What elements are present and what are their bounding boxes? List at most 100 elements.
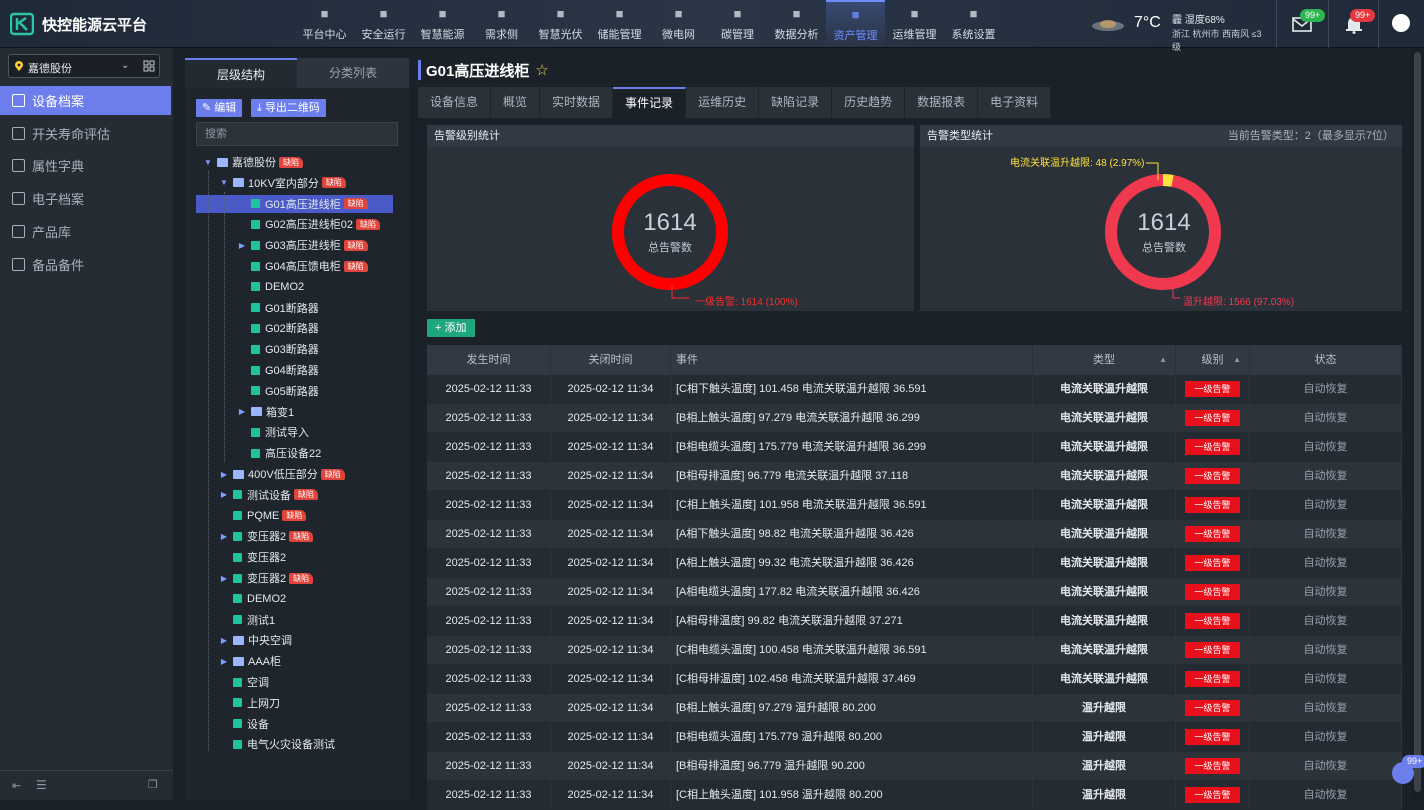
tree-node-label: 电气火灾设备测试 xyxy=(247,739,335,752)
add-button[interactable]: + 添加 xyxy=(427,319,475,337)
tab-item[interactable]: 缺陷记录 xyxy=(759,87,833,118)
table-row[interactable]: 2025-02-12 11:33 2025-02-12 11:34 [B相上触头温度… xyxy=(427,404,1402,433)
sidebar-item[interactable]: 电子档案 xyxy=(0,184,171,213)
sidebar-item[interactable]: 属性字典 xyxy=(0,151,171,180)
tree-node[interactable]: G01高压进线柜 缺陷 xyxy=(196,194,393,213)
col-type[interactable]: 类型 ▲ xyxy=(1033,345,1176,375)
company-select[interactable]: 嘉德股份 ⌄ xyxy=(8,54,160,78)
table-row[interactable]: 2025-02-12 11:33 2025-02-12 11:34 [B相上触头温度… xyxy=(427,694,1402,723)
sidebar-item[interactable]: 开关寿命评估 xyxy=(0,119,171,148)
edit-button[interactable]: ✎ 编辑 xyxy=(196,99,243,117)
table-row[interactable]: 2025-02-12 11:33 2025-02-12 11:34 [C相母排温度]… xyxy=(427,665,1402,694)
nav-item[interactable]: ■ 微电网 xyxy=(649,0,708,48)
sidebar-item[interactable]: 设备档案 xyxy=(0,86,171,115)
tree-node[interactable]: G04高压馈电柜 缺陷 xyxy=(237,257,368,275)
tree-node[interactable]: ▶ 箱变1 xyxy=(237,403,294,421)
tree-node[interactable]: ▶ G03高压进线柜 缺陷 xyxy=(237,236,368,254)
tree-node[interactable]: G02断路器 xyxy=(237,319,319,337)
table-row[interactable]: 2025-02-12 11:33 2025-02-12 11:34 [B相电缆头温度… xyxy=(427,723,1402,752)
caret-right-icon[interactable]: ▶ xyxy=(219,490,229,499)
tree-node[interactable]: G02高压进线柜02 缺陷 xyxy=(237,215,381,233)
tab-item[interactable]: 设备信息 xyxy=(418,87,492,118)
tree-node[interactable]: ▼ 10KV室内部分 缺陷 xyxy=(219,174,346,192)
table-row[interactable]: 2025-02-12 11:33 2025-02-12 11:34 [C相上触头温度… xyxy=(427,781,1402,810)
nav-item[interactable]: ■ 碳管理 xyxy=(708,0,767,48)
caret-down-icon[interactable]: ▼ xyxy=(219,178,229,187)
table-row[interactable]: 2025-02-12 11:33 2025-02-12 11:34 [B相电缆头温度… xyxy=(427,433,1402,462)
sidebar-item[interactable]: 产品库 xyxy=(0,217,171,246)
sidebar-item[interactable]: 备品备件 xyxy=(0,250,171,279)
tab-item[interactable]: 数据报表 xyxy=(905,87,979,118)
nav-item[interactable]: ■ 资产管理 xyxy=(826,0,885,48)
nav-item[interactable]: ■ 智慧光伏 xyxy=(531,0,590,48)
tab-item[interactable]: 运维历史 xyxy=(686,87,760,118)
tree-node[interactable]: G03断路器 xyxy=(237,340,319,358)
tab-item[interactable]: 事件记录 xyxy=(613,87,687,118)
tree-node[interactable]: 测试导入 xyxy=(237,423,309,441)
table-row[interactable]: 2025-02-12 11:33 2025-02-12 11:34 [A相母排温度]… xyxy=(427,607,1402,636)
tab-item[interactable]: 电子资料 xyxy=(978,87,1052,118)
tree-node[interactable]: ▶ 400V低压部分 缺陷 xyxy=(219,465,345,483)
nav-item[interactable]: ■ 安全运行 xyxy=(354,0,413,48)
tree-node[interactable]: G01断路器 xyxy=(237,299,319,317)
star-icon[interactable]: ☆ xyxy=(535,61,548,79)
col-level[interactable]: 级别 ▲ xyxy=(1176,345,1250,375)
table-row[interactable]: 2025-02-12 11:33 2025-02-12 11:34 [A相电缆头温度… xyxy=(427,578,1402,607)
tree-node[interactable]: PQME 缺陷 xyxy=(219,507,307,525)
tree-node[interactable]: ▶ 变压器2 缺陷 xyxy=(219,569,314,587)
tree-node[interactable]: ▶ 测试设备 缺陷 xyxy=(219,486,318,504)
nav-item[interactable]: ■ 储能管理 xyxy=(590,0,649,48)
tab-category-list[interactable]: 分类列表 xyxy=(297,58,409,88)
caret-right-icon[interactable]: ▶ xyxy=(219,657,229,666)
caret-right-icon[interactable]: ▶ xyxy=(219,470,229,479)
table-row[interactable]: 2025-02-12 11:33 2025-02-12 11:34 [B相母排温度]… xyxy=(427,752,1402,781)
tree-node[interactable]: ▶ AAA柜 xyxy=(219,652,281,670)
caret-right-icon[interactable]: ▶ xyxy=(237,407,247,416)
tree-node[interactable]: ▼ 嘉德股份 缺陷 xyxy=(203,153,303,171)
nav-item[interactable]: ■ 需求侧 xyxy=(472,0,531,48)
nav-item[interactable]: ■ 数据分析 xyxy=(767,0,826,48)
menu-icon[interactable]: ☰ xyxy=(36,778,47,792)
scrollbar-thumb[interactable] xyxy=(1414,52,1421,792)
tab-item[interactable]: 概览 xyxy=(491,87,541,118)
table-row[interactable]: 2025-02-12 11:33 2025-02-12 11:34 [B相母排温度]… xyxy=(427,462,1402,491)
table-row[interactable]: 2025-02-12 11:33 2025-02-12 11:34 [A相上触头温度… xyxy=(427,549,1402,578)
table-row[interactable]: 2025-02-12 11:33 2025-02-12 11:34 [C相电缆头温度… xyxy=(427,636,1402,665)
tree-node[interactable]: G04断路器 xyxy=(237,361,319,379)
tree-node[interactable]: 设备 xyxy=(219,715,269,733)
nav-item[interactable]: ■ 平台中心 xyxy=(295,0,354,48)
page-scrollbar[interactable] xyxy=(1411,48,1424,800)
tree-node[interactable]: 高压设备22 xyxy=(237,444,321,462)
table-row[interactable]: 2025-02-12 11:33 2025-02-12 11:34 [C相下触头温度… xyxy=(427,375,1402,404)
caret-right-icon[interactable]: ▶ xyxy=(219,532,229,541)
tree-node[interactable]: 电气火灾设备测试 xyxy=(219,735,335,753)
tab-item[interactable]: 实时数据 xyxy=(540,87,614,118)
table-row[interactable]: 2025-02-12 11:33 2025-02-12 11:34 [A相下触头温度… xyxy=(427,520,1402,549)
tree-node[interactable]: ▶ 变压器2 缺陷 xyxy=(219,527,314,545)
table-row[interactable]: 2025-02-12 11:33 2025-02-12 11:34 [C相上触头温度… xyxy=(427,491,1402,520)
caret-down-icon[interactable]: ▼ xyxy=(203,158,213,167)
collapse-icon[interactable]: ⇤ xyxy=(12,779,21,792)
tree-node[interactable]: DEMO2 xyxy=(219,590,286,608)
tree-search-input[interactable]: 搜索 xyxy=(196,122,398,146)
tree-node[interactable]: 上网刀 xyxy=(219,694,280,712)
nav-item[interactable]: ■ 系统设置 xyxy=(944,0,1003,48)
tree-node[interactable]: G05断路器 xyxy=(237,382,319,400)
tab-item[interactable]: 历史趋势 xyxy=(832,87,906,118)
window-icon[interactable]: ❐ xyxy=(148,778,158,791)
export-qrcode-button[interactable]: ⤓ 导出二维码 xyxy=(251,99,326,117)
tree-node[interactable]: DEMO2 xyxy=(237,278,304,296)
tree-node[interactable]: 变压器2 xyxy=(219,548,286,566)
tree-node[interactable]: 空调 xyxy=(219,673,269,691)
tree-node[interactable]: 测试1 xyxy=(219,611,275,629)
caret-right-icon[interactable]: ▶ xyxy=(219,636,229,645)
donut-slice[interactable] xyxy=(1162,174,1174,187)
caret-right-icon[interactable]: ▶ xyxy=(219,574,229,583)
tree-node[interactable]: ▶ 中央空调 xyxy=(219,631,292,649)
caret-right-icon[interactable]: ▶ xyxy=(237,241,247,250)
nav-item[interactable]: ■ 运维管理 xyxy=(885,0,944,48)
nav-item[interactable]: ■ 智慧能源 xyxy=(413,0,472,48)
grid-icon[interactable] xyxy=(143,60,155,72)
avatar[interactable] xyxy=(1392,14,1410,32)
tab-hierarchy[interactable]: 层级结构 xyxy=(185,58,297,88)
